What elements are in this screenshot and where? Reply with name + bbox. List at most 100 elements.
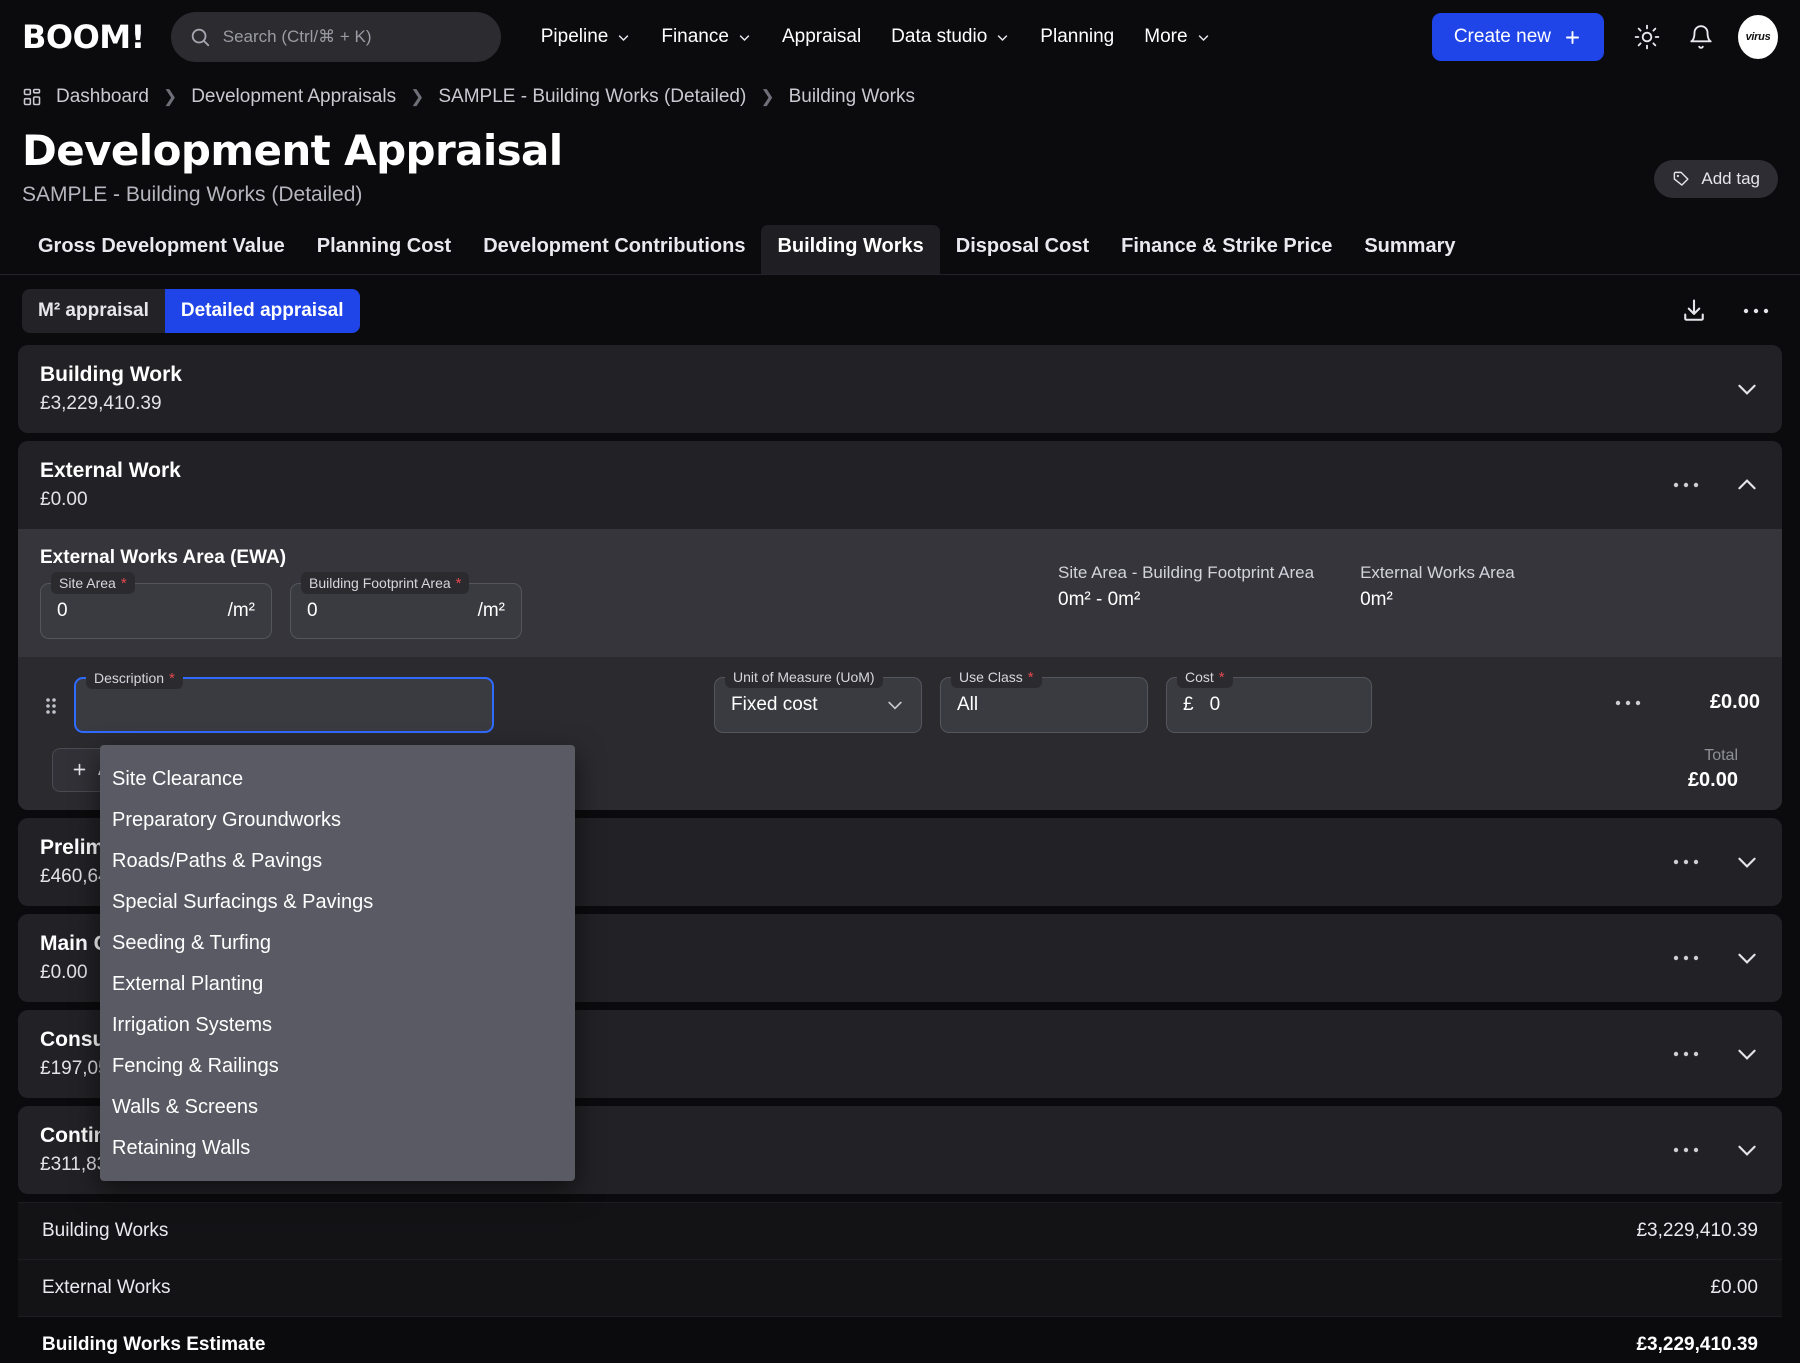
dropdown-option-special-surfacings-pavings[interactable]: Special Surfacings & Pavings [100,882,575,923]
dropdown-option-site-clearance[interactable]: Site Clearance [100,759,575,800]
toolbar-actions [1680,297,1778,325]
tab-disposal-cost[interactable]: Disposal Cost [940,225,1105,274]
use-class-field[interactable]: Use Class * All [940,666,1148,733]
search-box[interactable] [170,12,501,62]
unit-of-measure-field[interactable]: Unit of Measure (UoM) Fixed cost [714,666,922,733]
breadcrumb-separator-icon: ❯ [410,87,425,106]
more-options-icon[interactable] [1672,1145,1700,1155]
tab-summary[interactable]: Summary [1348,225,1471,274]
nav-item-data-studio[interactable]: Data studio [891,26,1010,48]
site-area-label: Site Area * [51,572,135,594]
create-new-button[interactable]: Create new [1431,13,1604,61]
use-class-value: All [957,694,979,715]
field-label-text: Unit of Measure (UoM) [733,669,875,685]
drag-handle-icon[interactable] [40,695,62,717]
user-avatar[interactable]: virus [1738,15,1778,59]
field-label-text: Description [94,670,165,686]
download-icon[interactable] [1680,297,1708,325]
tab-gross-development-value[interactable]: Gross Development Value [22,225,301,274]
section-amount: £0.00 [40,489,88,510]
nav-label: Appraisal [781,26,862,47]
section-header[interactable]: Building Work £3,229,410.39 [18,345,1782,433]
chevron-down-icon[interactable] [885,695,905,715]
field-label-text: Site Area [59,575,116,591]
tab-development-contributions[interactable]: Development Contributions [467,225,761,274]
mode-m2-appraisal[interactable]: M² appraisal [22,289,165,333]
nav-label: Pipeline [540,26,609,47]
nav-item-appraisal[interactable]: Appraisal [782,26,861,48]
site-area-value: 0 [57,600,68,621]
tab-finance-strike-price[interactable]: Finance & Strike Price [1105,225,1348,274]
breadcrumb-item-building-works[interactable]: Building Works [789,86,915,108]
description-options-dropdown: Site Clearance Preparatory Groundworks R… [100,745,575,1181]
nav-item-pipeline[interactable]: Pipeline [541,26,632,48]
nav-item-more[interactable]: More [1144,26,1210,48]
chevron-down-icon[interactable] [1734,1041,1760,1067]
chevron-down-icon[interactable] [1734,945,1760,971]
section-header[interactable]: External Work £0.00 [18,441,1782,529]
mode-detailed-appraisal[interactable]: Detailed appraisal [164,289,360,333]
sun-icon [1634,24,1660,50]
more-options-icon[interactable] [1742,306,1770,316]
dropdown-option-seeding-turfing[interactable]: Seeding & Turfing [100,923,575,964]
site-area-field[interactable]: Site Area * 0 /m² [40,572,272,639]
section-actions [1672,945,1760,971]
breadcrumb-item-development-appraisals[interactable]: Development Appraisals [191,86,396,108]
appraisal-tabs: Gross Development Value Planning Cost De… [0,207,1800,275]
cost-value: 0 [1209,694,1221,715]
chevron-down-icon[interactable] [1734,849,1760,875]
more-options-icon[interactable] [1614,698,1642,708]
dropdown-option-preparatory-groundworks[interactable]: Preparatory Groundworks [100,800,575,841]
nav-item-planning[interactable]: Planning [1040,26,1114,48]
dropdown-option-irrigation-systems[interactable]: Irrigation Systems [100,1005,575,1046]
tab-planning-cost[interactable]: Planning Cost [301,225,467,274]
building-footprint-area-field[interactable]: Building Footprint Area * 0 /m² [290,572,522,639]
required-asterisk-icon: * [455,574,462,592]
appraisal-mode-bar: M² appraisal Detailed appraisal [0,275,1800,345]
more-options-icon[interactable] [1672,1049,1700,1059]
chevron-up-icon[interactable] [1734,472,1760,498]
cost-label: Cost * [1177,666,1233,688]
chevron-down-icon[interactable] [1734,1137,1760,1163]
cost-field[interactable]: Cost * £ 0 [1166,666,1372,733]
breadcrumb-item-sample[interactable]: SAMPLE - Building Works (Detailed) [438,86,746,108]
search-input[interactable] [222,27,483,47]
dropdown-option-roads-paths-pavings[interactable]: Roads/Paths & Pavings [100,841,575,882]
chevron-down-icon [616,30,631,45]
page-title: Development Appraisal [22,126,563,175]
bell-icon [1688,24,1714,50]
field-label-text: Building Footprint Area [309,575,451,591]
summary-row-external-works: External Works £0.00 [18,1259,1782,1316]
nav-item-finance[interactable]: Finance [661,26,752,48]
total-label: Total [1704,747,1738,764]
dashboard-grid-icon[interactable] [22,87,42,107]
more-options-icon[interactable] [1672,857,1700,867]
dropdown-option-walls-screens[interactable]: Walls & Screens [100,1087,575,1128]
stat-label: Site Area - Building Footprint Area [1058,563,1315,582]
tab-building-works[interactable]: Building Works [761,225,940,274]
more-options-icon[interactable] [1672,953,1700,963]
nav-label: Finance [661,26,729,47]
description-field[interactable]: Description * [74,667,494,733]
theme-toggle-button[interactable] [1630,20,1664,54]
more-options-icon[interactable] [1672,480,1700,490]
dropdown-option-fencing-railings[interactable]: Fencing & Railings [100,1046,575,1087]
external-work-line-item-row: Description * Unit of Measure (UoM) Fixe… [18,657,1782,747]
section-actions [1734,376,1760,402]
dropdown-option-external-planting[interactable]: External Planting [100,964,575,1005]
use-class-label: Use Class * [951,666,1042,688]
notifications-button[interactable] [1684,20,1718,54]
avatar-label: virus [1745,31,1771,43]
field-label-text: Use Class [959,669,1023,685]
chevron-down-icon[interactable] [1734,376,1760,402]
section-amount: £3,229,410.39 [40,393,162,414]
app-logo[interactable]: BOOM! [22,18,145,56]
search-icon [189,26,211,48]
site-area-unit: /m² [227,600,255,621]
summary-row-building-works-estimate: Building Works Estimate £3,229,410.39 [18,1316,1782,1363]
breadcrumb-item-dashboard[interactable]: Dashboard [56,86,149,108]
create-new-label: Create new [1453,26,1551,47]
dropdown-option-retaining-walls[interactable]: Retaining Walls [100,1128,575,1169]
add-tag-button[interactable]: Add tag [1654,160,1778,198]
required-asterisk-icon: * [120,574,127,592]
